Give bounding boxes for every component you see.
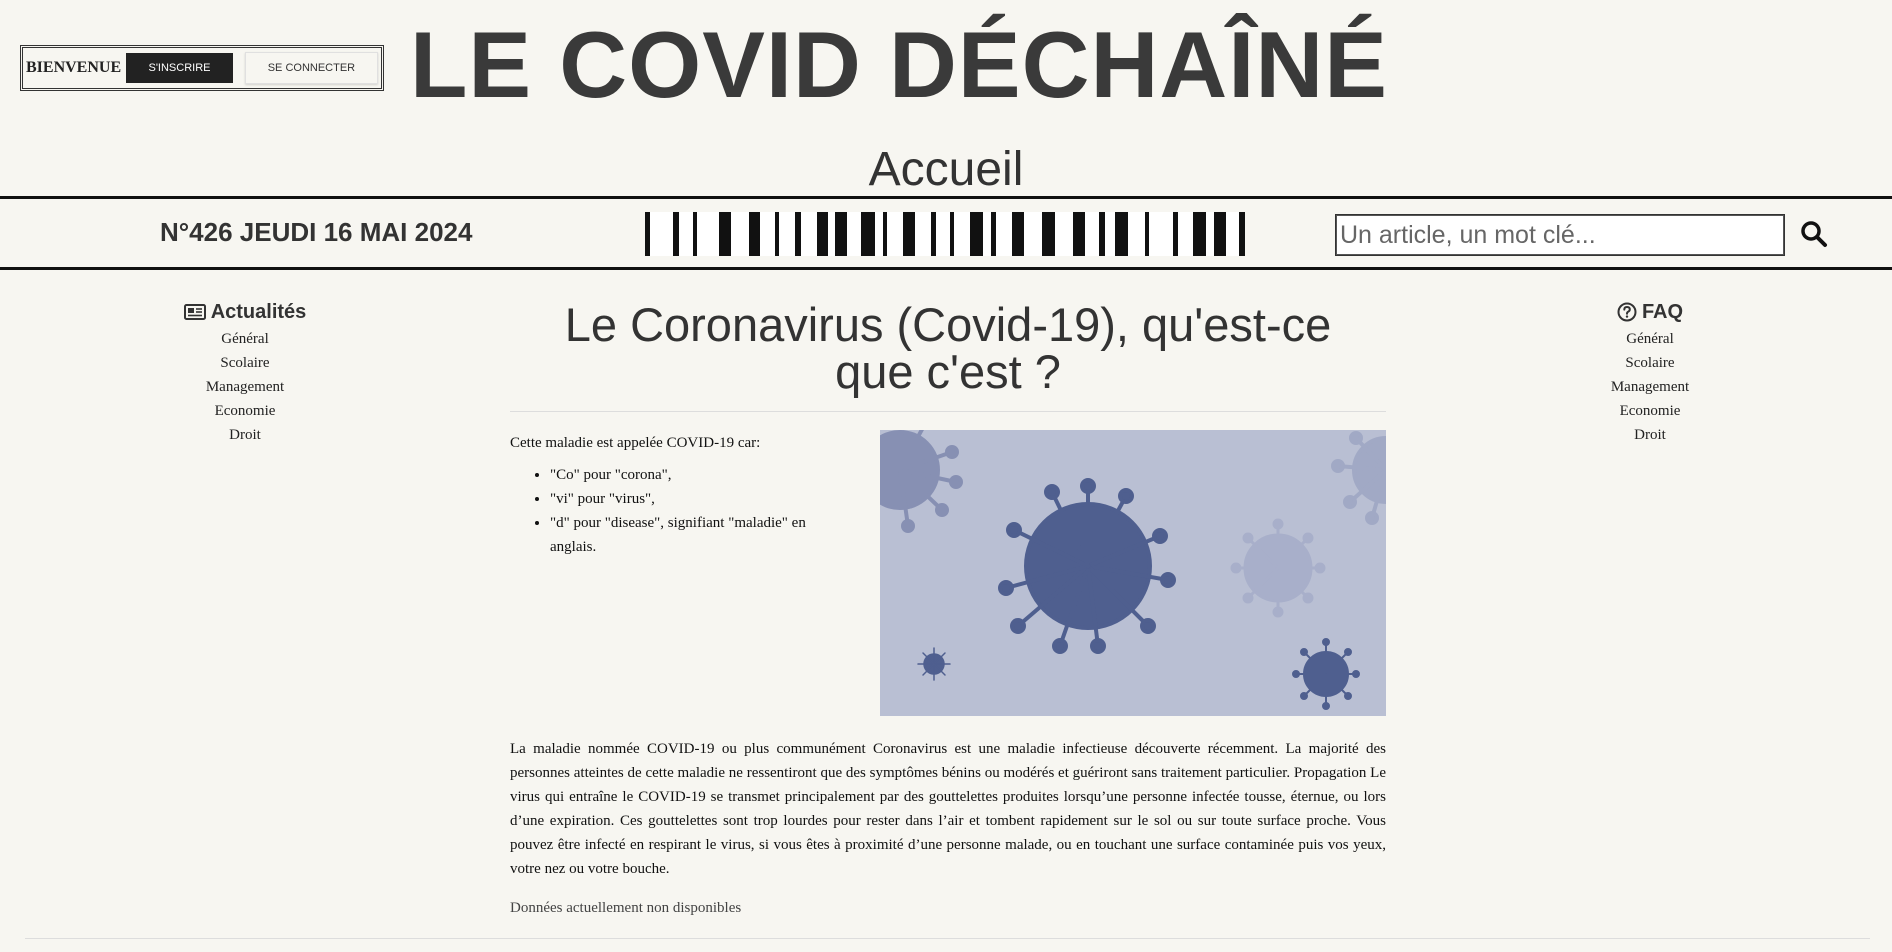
news-link-scolaire[interactable]: Scolaire xyxy=(115,351,375,375)
news-link-droit[interactable]: Droit xyxy=(115,423,375,447)
barcode-image xyxy=(645,212,1245,256)
footer-divider xyxy=(25,938,1870,939)
signup-button[interactable]: S'INSCRIRE xyxy=(126,53,233,83)
intro-text: Cette maladie est appelée COVID-19 car: xyxy=(510,435,761,451)
search-input[interactable] xyxy=(1335,214,1785,256)
news-link-management[interactable]: Management xyxy=(115,375,375,399)
covid-name-list: "Co" pour "corona", "vi" pour "virus", "… xyxy=(510,463,850,559)
faq-link-economie[interactable]: Economie xyxy=(1520,399,1780,423)
issue-bar: N°426 JEUDI 16 MAI 2024 xyxy=(0,196,1892,270)
newspaper-icon xyxy=(183,304,206,320)
list-item: "vi" pour "virus", xyxy=(550,487,850,511)
question-circle-icon xyxy=(1617,302,1637,322)
issue-date: N°426 JEUDI 16 MAI 2024 xyxy=(160,217,473,247)
news-link-economie[interactable]: Economie xyxy=(115,399,375,423)
article-intro: Cette maladie est appelée COVID-19 car: … xyxy=(510,431,850,559)
faq-heading-label: FAQ xyxy=(1641,300,1684,323)
faq-sidebar: FAQ Général Scolaire Management Economie… xyxy=(1520,297,1780,447)
faq-link-general[interactable]: Général xyxy=(1520,327,1780,351)
faq-link-droit[interactable]: Droit xyxy=(1520,423,1780,447)
login-button[interactable]: SE CONNECTER xyxy=(244,52,378,84)
article-title: Le Coronavirus (Covid-19), qu'est-ce que… xyxy=(564,298,1332,398)
page-heading: Accueil xyxy=(868,143,1024,196)
news-heading-label: Actualités xyxy=(210,300,307,323)
faq-link-management[interactable]: Management xyxy=(1520,375,1780,399)
auth-box: BIENVENUE S'INSCRIRE SE CONNECTER xyxy=(20,45,384,91)
article: Le Coronavirus (Covid-19), qu'est-ce que… xyxy=(510,297,1386,916)
news-sidebar: Actualités Général Scolaire Management E… xyxy=(115,297,375,447)
list-item: "Co" pour "corona", xyxy=(550,463,850,487)
news-heading: Actualités xyxy=(115,297,375,327)
data-unavailable-note: Données actuellement non disponibles xyxy=(510,900,742,916)
site-title: LE COVID DÉCHAÎNÉ xyxy=(410,12,1388,117)
faq-heading: FAQ xyxy=(1520,297,1780,327)
news-link-general[interactable]: Général xyxy=(115,327,375,351)
title-divider xyxy=(510,411,1386,412)
article-body: La maladie nommée COVID-19 ou plus commu… xyxy=(510,741,1386,877)
coronavirus-illustration xyxy=(880,430,1386,716)
search-icon[interactable] xyxy=(1798,217,1830,251)
faq-link-scolaire[interactable]: Scolaire xyxy=(1520,351,1780,375)
list-item: "d" pour "disease", signifiant "maladie"… xyxy=(550,511,850,559)
welcome-label: BIENVENUE xyxy=(26,59,122,76)
